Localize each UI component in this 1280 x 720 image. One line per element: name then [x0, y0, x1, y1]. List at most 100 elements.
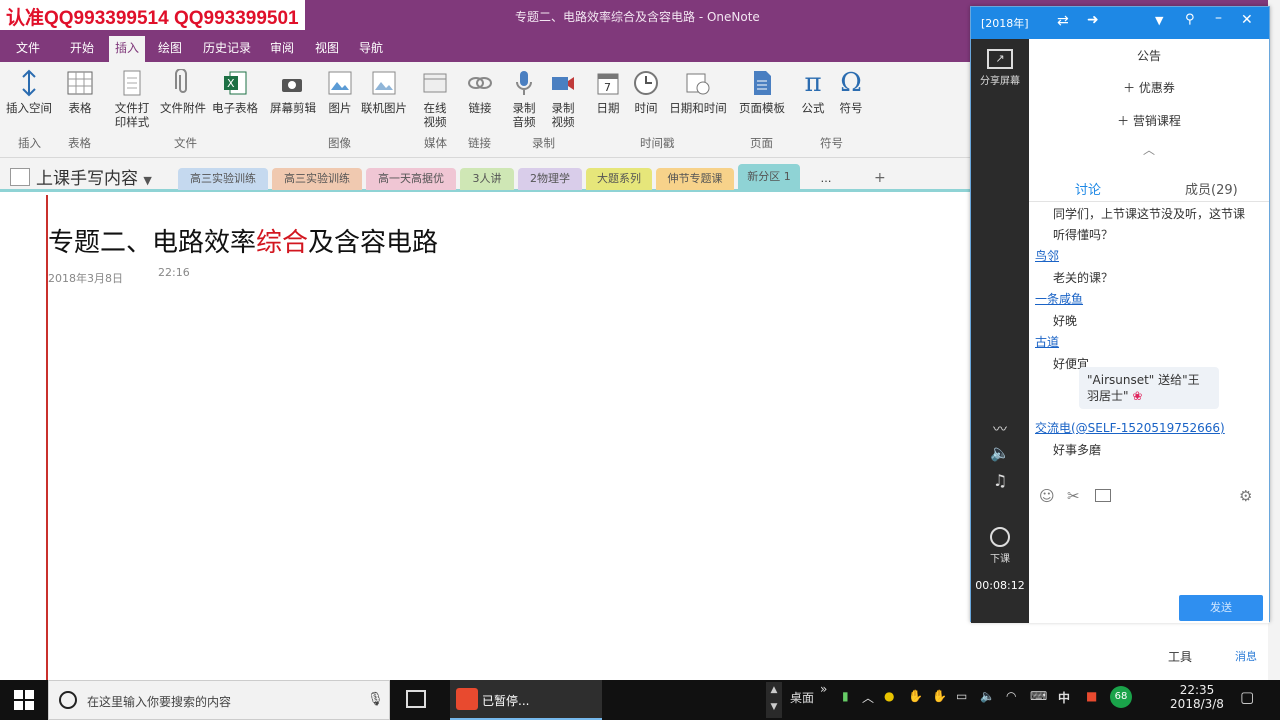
- chat-username[interactable]: 一条咸鱼: [1035, 290, 1083, 307]
- chevron-right-icon[interactable]: »: [820, 682, 827, 696]
- tab-history[interactable]: 历史记录: [197, 39, 257, 62]
- mic-icon[interactable]: 🎙: [367, 692, 384, 707]
- speaker-icon[interactable]: 🔈: [971, 443, 1029, 462]
- cortana-icon: [59, 691, 77, 709]
- chat-username[interactable]: 鸟邻: [1035, 247, 1059, 264]
- tab-insert[interactable]: 插入: [109, 36, 146, 62]
- mic-icon: [511, 68, 537, 98]
- screen-clip-icon: [280, 68, 306, 98]
- date-button[interactable]: 7 日期: [594, 68, 622, 115]
- online-video-button[interactable]: 在线视频: [418, 68, 452, 129]
- picture-button[interactable]: 图片: [325, 68, 355, 115]
- page-template-button[interactable]: 页面模板: [736, 68, 788, 115]
- panel-header: [2018年] ⇄ ➜ ▼ ⚲ – ✕: [971, 7, 1269, 39]
- section-tab[interactable]: 大题系列: [586, 168, 652, 190]
- insert-space-button[interactable]: 插入空间: [4, 68, 54, 115]
- tray-expand-icon[interactable]: ︿: [862, 689, 874, 706]
- ime-indicator[interactable]: 中: [1058, 689, 1070, 706]
- marketing-course-item[interactable]: ＋ 营销课程: [1029, 112, 1269, 129]
- desktop-label[interactable]: 桌面: [790, 689, 814, 706]
- taskbar-search[interactable]: 在这里输入你要搜索的内容 🎙: [48, 680, 390, 720]
- equation-button[interactable]: π 公式: [798, 68, 828, 115]
- network-icon[interactable]: ◠: [1006, 689, 1016, 703]
- link-button[interactable]: 链接: [464, 68, 496, 115]
- minimize-icon[interactable]: –: [1215, 10, 1222, 26]
- time-button[interactable]: 时间: [632, 68, 660, 115]
- tray-app-icon[interactable]: ▭: [956, 689, 967, 703]
- scissors-icon[interactable]: ✂: [1067, 487, 1080, 505]
- collapse-icon[interactable]: ︿: [1029, 141, 1269, 158]
- tab-file[interactable]: 文件: [10, 39, 46, 62]
- more-sections-button[interactable]: …: [806, 168, 846, 190]
- tray-app-icon[interactable]: ●: [884, 689, 894, 703]
- notebook-selector[interactable]: 上课手写内容 ▼: [10, 164, 152, 189]
- notification-icon[interactable]: ▢: [1240, 688, 1254, 706]
- chat-username[interactable]: 交流电(@SELF-1520519752666): [1035, 419, 1225, 436]
- tab-home[interactable]: 开始: [64, 39, 100, 62]
- chat-message: 老关的课？: [1053, 271, 1114, 285]
- taskbar-app-button[interactable]: 已暂停...: [450, 680, 602, 720]
- tab-navigate[interactable]: 导航: [353, 39, 389, 62]
- tray-app-icon[interactable]: 68: [1110, 686, 1132, 708]
- send-button[interactable]: 发送: [1179, 595, 1263, 621]
- section-tab[interactable]: 伸节专题课: [656, 168, 734, 190]
- spreadsheet-button[interactable]: X 电子表格: [210, 68, 260, 115]
- add-section-icon[interactable]: +: [874, 170, 886, 186]
- chat-username[interactable]: 古道: [1035, 333, 1059, 350]
- file-printout-button[interactable]: 文件打印样式: [106, 68, 158, 129]
- tab-discussion[interactable]: 讨论: [1075, 179, 1101, 198]
- record-audio-button[interactable]: 录制音频: [508, 68, 540, 129]
- record-video-button[interactable]: 录制视频: [546, 68, 580, 129]
- music-icon[interactable]: ♫: [971, 471, 1029, 490]
- pin-icon[interactable]: ⚲: [1185, 12, 1195, 27]
- section-tab-active[interactable]: 新分区 1: [738, 164, 800, 190]
- forward-icon[interactable]: ➜: [1087, 12, 1099, 28]
- gear-icon[interactable]: ⚙: [1239, 487, 1252, 505]
- tab-draw[interactable]: 绘图: [152, 39, 188, 62]
- tray-app-icon[interactable]: ✋: [932, 689, 947, 703]
- chevron-down-icon[interactable]: ▼: [1155, 14, 1163, 27]
- tray-app-icon[interactable]: ✋: [908, 689, 923, 703]
- date-time-button[interactable]: 日期和时间: [666, 68, 730, 115]
- page-canvas[interactable]: [0, 195, 970, 680]
- symbol-button[interactable]: Ω 符号: [836, 68, 866, 115]
- table-button[interactable]: 表格: [62, 68, 98, 115]
- emoji-icon[interactable]: ☺: [1039, 487, 1055, 505]
- tab-review[interactable]: 审阅: [264, 39, 300, 62]
- picture-icon: [327, 68, 353, 98]
- section-tab[interactable]: 3人讲: [460, 168, 514, 190]
- section-tab[interactable]: 高三实验训练: [272, 168, 362, 190]
- taskbar-scroll[interactable]: ▲ ▼: [766, 682, 782, 718]
- attachment-button[interactable]: 文件附件: [160, 68, 206, 115]
- end-class-button[interactable]: 下课: [971, 527, 1029, 565]
- online-picture-button[interactable]: 联机图片: [358, 68, 410, 115]
- close-icon[interactable]: ✕: [1241, 12, 1253, 28]
- message-label[interactable]: 消息: [1235, 648, 1257, 664]
- ribbon: 插入空间 表格 文件打印样式 文件附件 X 电子表格 屏幕剪辑 图片 联机图片 …: [0, 62, 970, 158]
- volume-icon[interactable]: 🔈: [980, 689, 995, 703]
- coupon-item[interactable]: ＋ 优惠券: [1029, 79, 1269, 96]
- keyboard-icon[interactable]: ⌨: [1030, 689, 1047, 703]
- group-label-media: 媒体: [424, 136, 447, 150]
- page-title[interactable]: 专题二、电路效率综合及含容电路: [48, 222, 438, 259]
- tools-label[interactable]: 工具: [1168, 648, 1192, 665]
- section-tab[interactable]: 2物理学: [518, 168, 582, 190]
- section-tab[interactable]: 高三实验训练: [178, 168, 268, 190]
- share-screen-icon: ↗: [987, 49, 1013, 69]
- tray-app-icon[interactable]: ■: [1086, 689, 1097, 703]
- screen-clip-button[interactable]: 屏幕剪辑: [268, 68, 318, 115]
- task-view-icon[interactable]: [406, 690, 426, 708]
- section-tab[interactable]: 高一天高据优: [366, 168, 456, 190]
- link-icon: [467, 68, 493, 98]
- image-icon[interactable]: [1095, 489, 1111, 502]
- wave-icon[interactable]: 〰: [971, 419, 1029, 439]
- tab-view[interactable]: 视图: [309, 39, 345, 62]
- power-icon: [990, 527, 1010, 547]
- share-screen-button[interactable]: ↗ 分享屏幕: [971, 49, 1029, 87]
- tab-members[interactable]: 成员(29): [1185, 179, 1238, 198]
- share-icon[interactable]: ⇄: [1057, 13, 1069, 29]
- windows-start-icon[interactable]: [14, 690, 34, 710]
- page-template-icon: [749, 68, 775, 98]
- taskbar-clock[interactable]: 22:35 2018/3/8: [1164, 683, 1230, 711]
- announcement[interactable]: 公告: [1029, 47, 1269, 64]
